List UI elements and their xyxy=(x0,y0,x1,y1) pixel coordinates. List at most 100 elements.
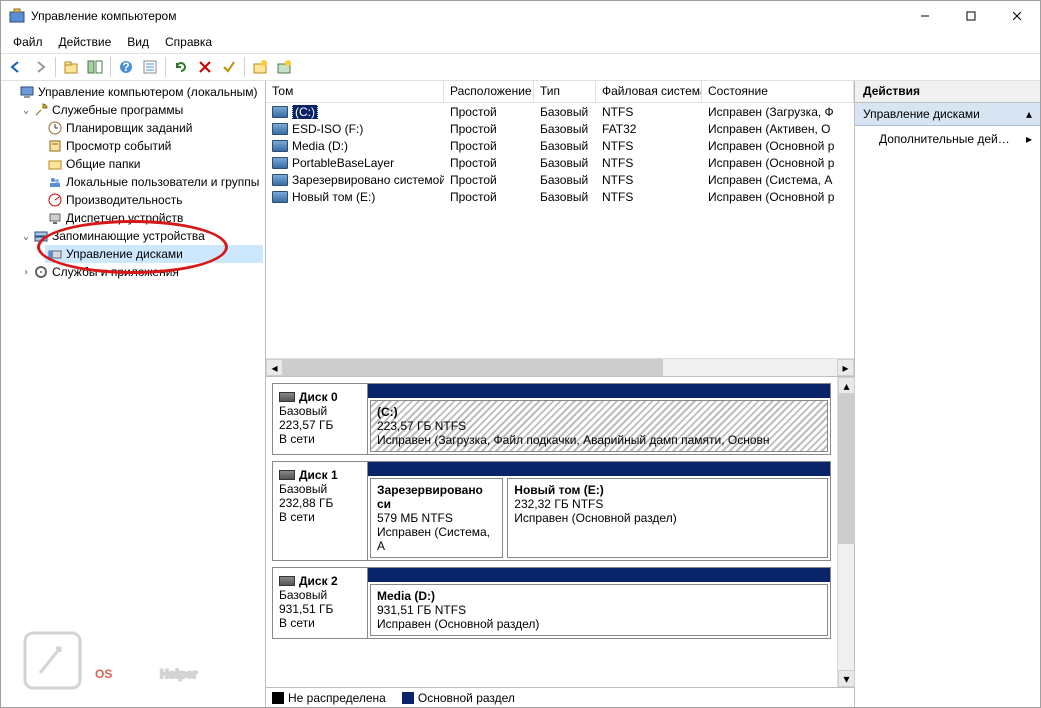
scroll-right-icon[interactable]: ▸ xyxy=(837,359,854,376)
users-icon xyxy=(47,174,63,190)
refresh-button[interactable] xyxy=(170,56,192,78)
volume-rows: (C:)ПростойБазовыйNTFSИсправен (Загрузка… xyxy=(266,103,854,358)
check-icon[interactable] xyxy=(218,56,240,78)
tree-event-viewer[interactable]: Просмотр событий xyxy=(45,137,263,155)
volume-row[interactable]: Новый том (E:)ПростойБазовыйNTFSИсправен… xyxy=(266,188,854,205)
volume-icon xyxy=(272,140,288,152)
legend: Не распределена Основной раздел xyxy=(266,687,854,707)
disk-block: Диск 0Базовый223,57 ГБВ сети(C:)223,57 Г… xyxy=(272,383,831,455)
volume-icon xyxy=(272,123,288,135)
back-button[interactable] xyxy=(5,56,27,78)
body: Управление компьютером (локальным) ⌄ Слу… xyxy=(1,81,1040,707)
col-status[interactable]: Состояние xyxy=(702,81,854,102)
app-icon xyxy=(9,8,25,24)
window-buttons xyxy=(902,1,1040,31)
volume-row[interactable]: Зарезервировано системойПростойБазовыйNT… xyxy=(266,171,854,188)
menu-help[interactable]: Справка xyxy=(157,33,220,51)
v-scrollbar[interactable]: ▴ ▾ xyxy=(837,377,854,687)
menubar: Файл Действие Вид Справка xyxy=(1,31,1040,53)
actions-more[interactable]: Дополнительные дей… ▸ xyxy=(855,126,1040,152)
tree-storage[interactable]: ⌄ Запоминающие устройства xyxy=(17,227,263,245)
new-item-button[interactable] xyxy=(249,56,271,78)
toolbar: ? xyxy=(1,53,1040,81)
col-type[interactable]: Тип xyxy=(534,81,596,102)
disk-graphical-wrap: Диск 0Базовый223,57 ГБВ сети(C:)223,57 Г… xyxy=(266,377,854,687)
disk-mgmt-icon xyxy=(47,246,63,262)
menu-view[interactable]: Вид xyxy=(119,33,157,51)
titlebar: Управление компьютером xyxy=(1,1,1040,31)
legend-primary: Основной раздел xyxy=(402,691,515,705)
tree-system-tools[interactable]: ⌄ Служебные программы xyxy=(17,101,263,119)
menu-file[interactable]: Файл xyxy=(5,33,51,51)
collapse-icon[interactable]: ▴ xyxy=(1026,107,1032,121)
tree-performance[interactable]: Производительность xyxy=(45,191,263,209)
device-icon xyxy=(47,210,63,226)
clock-icon xyxy=(47,120,63,136)
partition[interactable]: Новый том (E:)232,32 ГБ NTFSИсправен (Ос… xyxy=(507,478,828,558)
tree-root[interactable]: Управление компьютером (локальным) xyxy=(3,83,263,101)
maximize-button[interactable] xyxy=(948,1,994,31)
disk-icon xyxy=(279,576,295,586)
tree-disk-management[interactable]: Управление дисками xyxy=(45,245,263,263)
legend-unallocated: Не распределена xyxy=(272,691,386,705)
volume-icon xyxy=(272,191,288,203)
event-icon xyxy=(47,138,63,154)
up-button[interactable] xyxy=(60,56,82,78)
collapse-icon[interactable]: ⌄ xyxy=(19,105,33,116)
svg-text:?: ? xyxy=(122,60,129,74)
computer-icon xyxy=(19,84,35,100)
volume-list: Том Расположение Тип Файловая система Со… xyxy=(266,81,854,377)
disk-info: Диск 1Базовый232,88 ГБВ сети xyxy=(273,462,368,560)
volume-row[interactable]: (C:)ПростойБазовыйNTFSИсправен (Загрузка… xyxy=(266,103,854,120)
col-layout[interactable]: Расположение xyxy=(444,81,534,102)
col-fs[interactable]: Файловая система xyxy=(596,81,702,102)
h-scrollbar[interactable]: ◂ ▸ xyxy=(266,358,854,376)
extra-button[interactable] xyxy=(273,56,295,78)
scroll-down-icon[interactable]: ▾ xyxy=(838,670,855,687)
perf-icon xyxy=(47,192,63,208)
expand-icon[interactable]: › xyxy=(19,267,33,278)
disk-block: Диск 2Базовый931,51 ГБВ сетиMedia (D:)93… xyxy=(272,567,831,639)
disk-graphical: Диск 0Базовый223,57 ГБВ сети(C:)223,57 Г… xyxy=(266,377,837,687)
menu-action[interactable]: Действие xyxy=(51,33,120,51)
scroll-left-icon[interactable]: ◂ xyxy=(266,359,283,376)
tree-services[interactable]: › Службы и приложения xyxy=(17,263,263,281)
minimize-button[interactable] xyxy=(902,1,948,31)
tree-shared-folders[interactable]: Общие папки xyxy=(45,155,263,173)
tree-local-users[interactable]: Локальные пользователи и группы xyxy=(45,173,263,191)
show-hide-tree-button[interactable] xyxy=(84,56,106,78)
actions-pane: Действия Управление дисками ▴ Дополнител… xyxy=(855,81,1040,707)
scroll-up-icon[interactable]: ▴ xyxy=(838,377,855,394)
partition[interactable]: (C:)223,57 ГБ NTFSИсправен (Загрузка, Фа… xyxy=(370,400,828,452)
tree-pane: Управление компьютером (локальным) ⌄ Слу… xyxy=(1,81,266,707)
storage-icon xyxy=(33,228,49,244)
wrench-icon xyxy=(33,102,49,118)
volume-icon xyxy=(272,174,288,186)
disk-info: Диск 2Базовый931,51 ГБВ сети xyxy=(273,568,368,638)
volume-headers: Том Расположение Тип Файловая система Со… xyxy=(266,81,854,103)
delete-button[interactable] xyxy=(194,56,216,78)
disk-icon xyxy=(279,470,295,480)
disk-info: Диск 0Базовый223,57 ГБВ сети xyxy=(273,384,368,454)
volume-icon xyxy=(272,106,288,118)
close-button[interactable] xyxy=(994,1,1040,31)
center-pane: Том Расположение Тип Файловая система Со… xyxy=(266,81,855,707)
actions-title: Действия xyxy=(855,81,1040,103)
window-title: Управление компьютером xyxy=(31,9,902,23)
forward-button[interactable] xyxy=(29,56,51,78)
computer-management-window: Управление компьютером Файл Действие Вид… xyxy=(0,0,1041,708)
disk-icon xyxy=(279,392,295,402)
actions-section[interactable]: Управление дисками ▴ xyxy=(855,103,1040,126)
properties-button[interactable] xyxy=(139,56,161,78)
volume-row[interactable]: PortableBaseLayerПростойБазовыйNTFSИспра… xyxy=(266,154,854,171)
volume-row[interactable]: Media (D:)ПростойБазовыйNTFSИсправен (Ос… xyxy=(266,137,854,154)
tree-task-scheduler[interactable]: Планировщик заданий xyxy=(45,119,263,137)
col-volume[interactable]: Том xyxy=(266,81,444,102)
volume-row[interactable]: ESD-ISO (F:)ПростойБазовыйFAT32Исправен … xyxy=(266,120,854,137)
partition[interactable]: Media (D:)931,51 ГБ NTFSИсправен (Основн… xyxy=(370,584,828,636)
collapse-icon[interactable]: ⌄ xyxy=(19,231,33,242)
volume-icon xyxy=(272,157,288,169)
tree-device-manager[interactable]: Диспетчер устройств xyxy=(45,209,263,227)
partition[interactable]: Зарезервировано си579 МБ NTFSИсправен (С… xyxy=(370,478,503,558)
help-button[interactable]: ? xyxy=(115,56,137,78)
